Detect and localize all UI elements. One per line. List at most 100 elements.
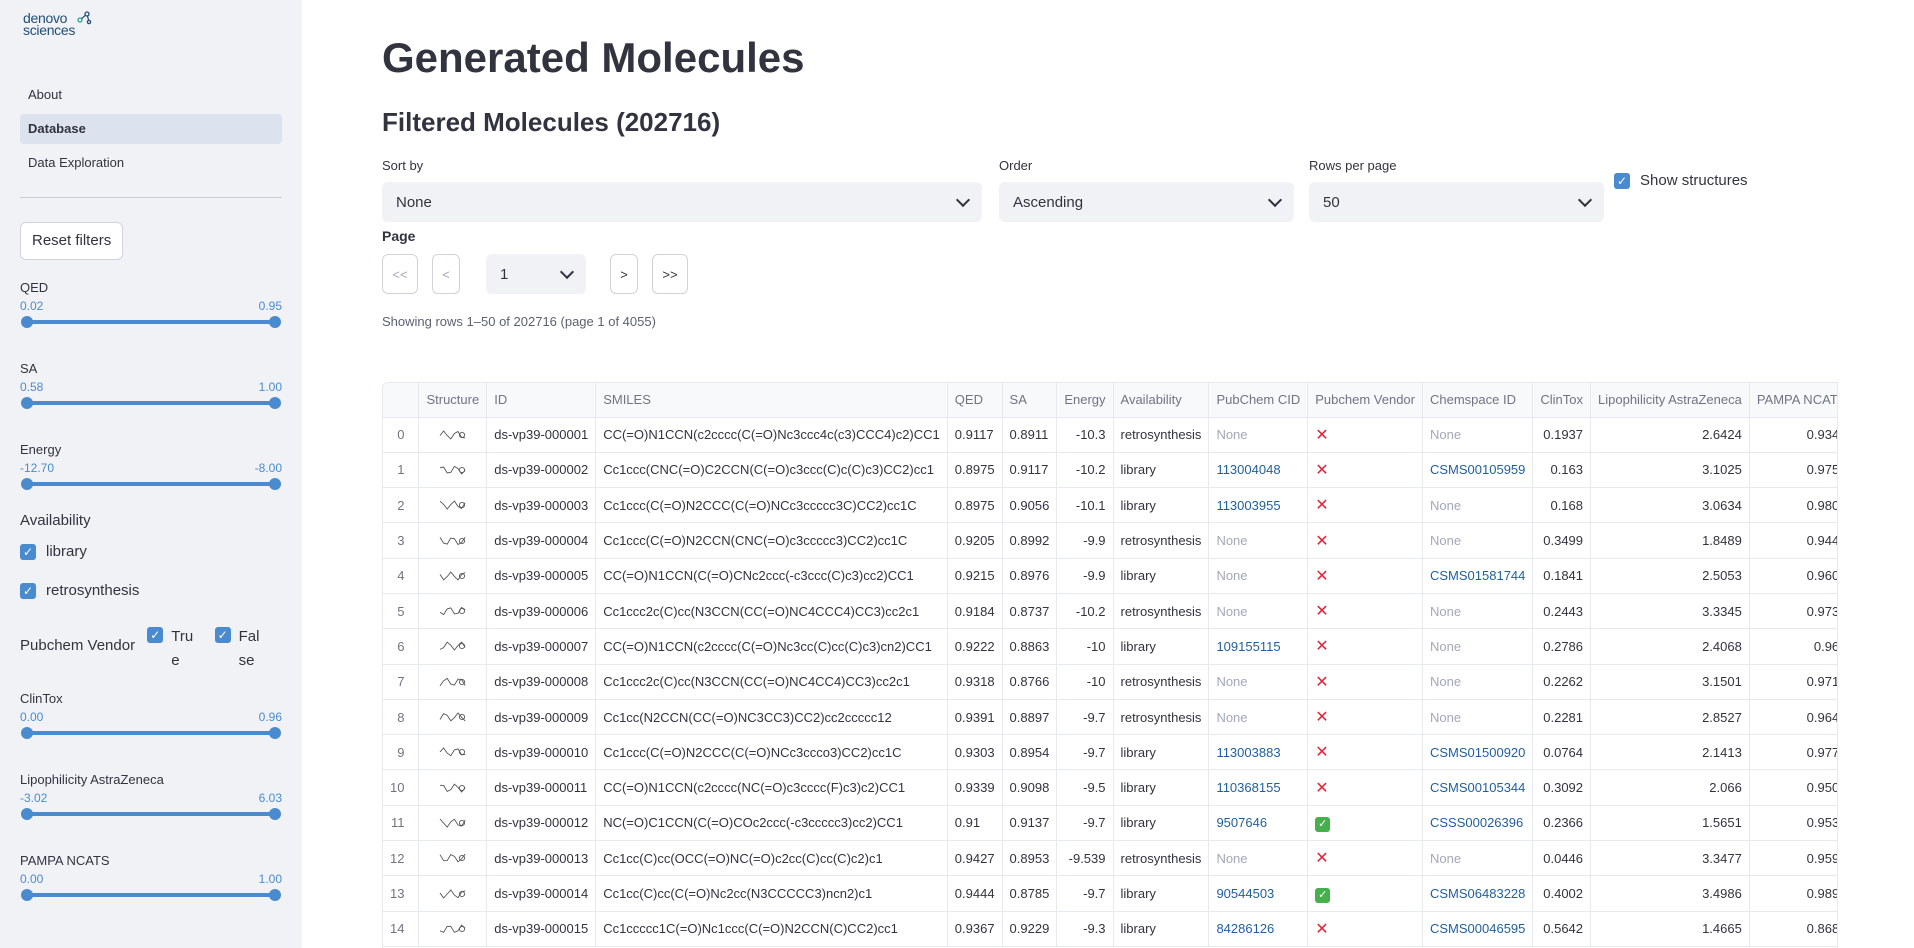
column-header[interactable]: PubChem CID (1208, 383, 1309, 418)
check-icon[interactable]: ✓ (20, 543, 36, 560)
lipophilicity-value: 3.1025 (1590, 452, 1750, 489)
table-row[interactable]: 8 ds-vp39-000009 Cc1cc(N2CCN(CC(=O)NC3CC3)… (383, 699, 1837, 736)
column-header[interactable]: ClinTox (1532, 383, 1592, 418)
qed-value: 0.9391 (947, 699, 1003, 736)
pubchem-cid-link[interactable]: 109155115 (1208, 628, 1309, 665)
row-index: 14 (383, 911, 420, 947)
chemspace-id-link[interactable]: CSMS00046595 (1422, 911, 1534, 947)
clintox-value: 0.2443 (1532, 593, 1592, 630)
pubchem-vendor-false-checkbox[interactable]: ✓ False (214, 625, 282, 673)
last-page-button[interactable]: >> (652, 254, 688, 294)
chemspace-id-link[interactable]: CSMS01581744 (1422, 558, 1534, 594)
structure-cell (418, 875, 488, 912)
energy-value: -10 (1056, 628, 1114, 665)
order-select[interactable]: Ascending (999, 182, 1294, 222)
table-row[interactable]: 11 ds-vp39-000012 NC(=O)C1CCN(C(=O)COc2ccc… (383, 805, 1837, 842)
rows-per-page-control: Rows per page 50 (1309, 158, 1604, 222)
nav-item-about[interactable]: About (20, 80, 282, 110)
column-header[interactable]: Energy (1056, 383, 1114, 418)
column-header[interactable]: SMILES (595, 383, 948, 418)
chemspace-id-link[interactable]: CSMS01500920 (1422, 734, 1534, 771)
column-header[interactable]: Availability (1113, 383, 1210, 418)
table-row[interactable]: 1 ds-vp39-000002 Cc1ccc(CNC(=O)C2CCN(C(=O)… (383, 452, 1837, 489)
reset-filters-button[interactable]: Reset filters (20, 222, 124, 260)
check-icon[interactable]: ✓ (20, 582, 36, 599)
pubchem-cid-link[interactable]: 113004048 (1208, 452, 1309, 489)
clintox-slider-track[interactable] (21, 727, 281, 739)
table-row[interactable]: 0 ds-vp39-000001 CC(=O)N1CCN(c2cccc(C(=O)N… (383, 417, 1837, 453)
pubchem-cid-link[interactable]: 90544503 (1208, 875, 1309, 912)
column-header[interactable] (383, 383, 420, 418)
table-row[interactable]: 12 ds-vp39-000013 Cc1cc(C)cc(OCC(=O)NC(=O)… (383, 840, 1837, 877)
chemspace-id-link[interactable]: CSMS00105344 (1422, 769, 1534, 806)
table-row[interactable]: 7 ds-vp39-000008 Cc1ccc2c(C)cc(N3CCN(CC(=O… (383, 664, 1837, 700)
pubchem-cid-link[interactable]: 113003883 (1208, 734, 1309, 771)
pampa-slider-track[interactable] (21, 889, 281, 901)
availability-retrosynthesis-checkbox[interactable]: ✓ retrosynthesis (20, 582, 282, 599)
pubchem-cid-link[interactable]: 110368155 (1208, 769, 1309, 806)
molecules-table[interactable]: Structure ID SMILES QED SA Energy Availability… (382, 382, 1838, 948)
first-page-button[interactable]: << (382, 254, 418, 294)
prev-page-button[interactable]: < (432, 254, 460, 294)
table-row[interactable]: 10 ds-vp39-000011 CC(=O)N1CCN(c2cccc(NC(=O… (383, 769, 1837, 806)
molecule-id: ds-vp39-000004 (486, 522, 597, 559)
column-header[interactable]: SA (1002, 383, 1058, 418)
energy-value: -10.2 (1056, 452, 1114, 489)
rows-per-page-select[interactable]: 50 (1309, 182, 1604, 222)
energy-slider-min-handle[interactable] (21, 478, 33, 490)
sa-slider-min-handle[interactable] (21, 397, 33, 409)
table-row[interactable]: 2 ds-vp39-000003 Cc1ccc(C(=O)N2CCC(C(=O)NC… (383, 487, 1837, 524)
clintox-slider-min-handle[interactable] (21, 727, 33, 739)
lipophilicity-slider-max-handle[interactable] (269, 808, 281, 820)
show-structures-checkbox[interactable]: ✓ Show structures (1614, 172, 1748, 189)
pubchem-cid-link[interactable]: 84286126 (1208, 911, 1309, 947)
column-header[interactable]: ID (486, 383, 597, 418)
pampa-slider-min-handle[interactable] (21, 889, 33, 901)
smiles: Cc1ccc(CNC(=O)C2CCN(C(=O)c3ccc(C)c(C)c3)… (595, 452, 948, 489)
table-row[interactable]: 13 ds-vp39-000014 Cc1cc(C)cc(C(=O)Nc2cc(N3… (383, 875, 1837, 912)
lipophilicity-slider-track[interactable] (21, 808, 281, 820)
clintox-slider-max-handle[interactable] (269, 727, 281, 739)
pubchem-vendor-true-checkbox[interactable]: ✓ True (147, 625, 214, 673)
qed-slider-max-handle[interactable] (269, 316, 281, 328)
sa-slider-max-handle[interactable] (269, 397, 281, 409)
table-row[interactable]: 9 ds-vp39-000010 Cc1ccc(C(=O)N2CCC(C(=O)NC… (383, 734, 1837, 771)
column-header[interactable]: PAMPA NCATS (1749, 383, 1837, 418)
lipophilicity-slider-min-handle[interactable] (21, 808, 33, 820)
table-row[interactable]: 14 ds-vp39-000015 Cc1ccccc1C(=O)Nc1ccc(C(=… (383, 911, 1837, 947)
sa-slider-track[interactable] (21, 397, 281, 409)
sort-by-select[interactable]: None (382, 182, 982, 222)
pubchem-vendor-value: ✕ (1307, 664, 1423, 700)
check-icon[interactable]: ✓ (214, 627, 231, 643)
next-page-button[interactable]: > (610, 254, 638, 294)
column-header[interactable]: QED (947, 383, 1003, 418)
table-row[interactable]: 4 ds-vp39-000005 CC(=O)N1CCN(C(=O)CNc2ccc(… (383, 558, 1837, 594)
check-icon[interactable]: ✓ (1614, 172, 1630, 189)
nav-item-database[interactable]: Database (20, 114, 282, 144)
nav-item-data-exploration[interactable]: Data Exploration (20, 148, 282, 178)
qed-slider-track[interactable] (21, 316, 281, 328)
check-icon[interactable]: ✓ (147, 627, 164, 643)
column-header[interactable]: Lipophilicity AstraZeneca (1590, 383, 1750, 418)
energy-slider-track[interactable] (21, 478, 281, 490)
energy-slider-max-handle[interactable] (269, 478, 281, 490)
qed-slider-min-handle[interactable] (21, 316, 33, 328)
cross-mark-icon: ✕ (1315, 709, 1329, 727)
chemspace-id-link[interactable]: CSMS00105959 (1422, 452, 1534, 489)
availability-retrosynthesis-label: retrosynthesis (46, 582, 140, 599)
column-header[interactable]: Pubchem Vendor (1307, 383, 1423, 418)
pampa-slider-max-handle[interactable] (269, 889, 281, 901)
smiles: Cc1ccccc1C(=O)Nc1ccc(C(=O)N2CCN(C)CC2)cc… (595, 911, 948, 947)
pubchem-cid-link[interactable]: 9507646 (1208, 805, 1309, 842)
column-header[interactable]: Structure (418, 383, 488, 418)
availability-library-checkbox[interactable]: ✓ library (20, 543, 282, 560)
table-row[interactable]: 5 ds-vp39-000006 Cc1ccc2c(C)cc(N3CCN(CC(=O… (383, 593, 1837, 630)
table-row[interactable]: 6 ds-vp39-000007 CC(=O)N1CCN(c2cccc(C(=O)N… (383, 628, 1837, 665)
page-number-select[interactable]: 1 (486, 254, 586, 294)
column-header[interactable]: Chemspace ID (1422, 383, 1534, 418)
chemspace-id-link[interactable]: CSMS06483228 (1422, 875, 1534, 912)
chemspace-id-link[interactable]: CSSS00026396 (1422, 805, 1534, 842)
table-row[interactable]: 3 ds-vp39-000004 Cc1ccc(C(=O)N2CCN(CNC(=O)… (383, 522, 1837, 559)
energy-value: -9.9 (1056, 522, 1114, 559)
pubchem-cid-link[interactable]: 113003955 (1208, 487, 1309, 524)
